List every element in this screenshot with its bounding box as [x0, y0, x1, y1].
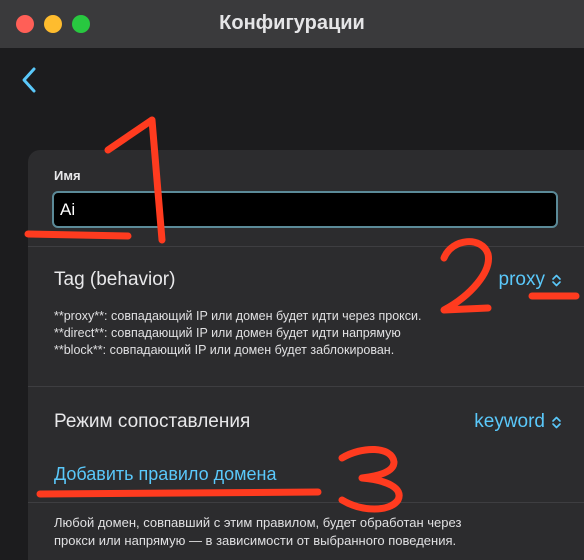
name-input[interactable] [52, 191, 558, 228]
window-titlebar: Конфигурации [0, 0, 584, 48]
window-title: Конфигурации [219, 12, 365, 34]
match-mode-select[interactable]: keyword [474, 411, 562, 433]
match-mode-label: Режим сопоставления [54, 411, 251, 432]
tag-help-line: **block**: совпадающий IP или домен буде… [54, 343, 395, 357]
chevron-left-icon [22, 67, 36, 93]
add-domain-rule-link[interactable]: Добавить правило домена [54, 464, 277, 485]
rule-help-line: прокси или напрямую — в зависимости от в… [54, 533, 457, 548]
tag-help-line: **direct**: совпадающий IP или домен буд… [54, 326, 401, 340]
back-button[interactable] [18, 65, 42, 95]
match-mode-select-value: keyword [474, 411, 545, 432]
separator [28, 246, 584, 247]
separator [28, 386, 584, 387]
tag-select[interactable]: proxy [499, 269, 562, 291]
rule-help-line: Любой домен, совпавший с этим правилом, … [54, 515, 462, 530]
name-label: Имя [54, 168, 81, 183]
chevron-up-down-icon [552, 274, 561, 286]
rule-help-text: Любой домен, совпавший с этим правилом, … [54, 514, 564, 550]
tag-select-value: proxy [498, 269, 545, 290]
tag-help-text: **proxy**: совпадающий IP или домен буде… [54, 308, 564, 359]
separator [28, 502, 584, 503]
tag-help-line: **proxy**: совпадающий IP или домен буде… [54, 309, 422, 323]
chevron-up-down-icon [552, 416, 561, 428]
tag-label: Tag (behavior) [54, 269, 176, 290]
configuration-form: Имя Tag (behavior) proxy **proxy**: совп… [28, 150, 584, 560]
navigation-bar [0, 48, 584, 150]
